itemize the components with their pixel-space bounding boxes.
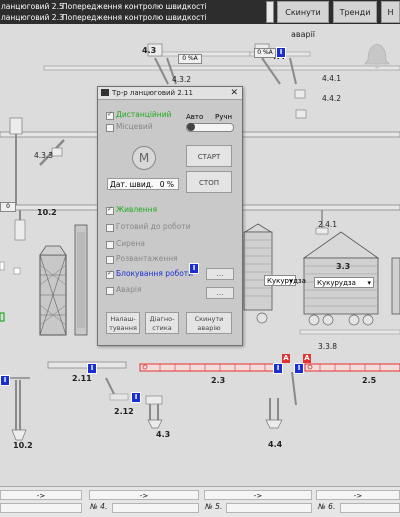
- silo-far-right: [391, 257, 400, 315]
- unit-label: 10.2: [13, 441, 33, 450]
- alarm-scrollbar[interactable]: [266, 1, 274, 23]
- line-number: № 6.: [318, 502, 336, 511]
- power-status-label: Живлення: [116, 205, 158, 214]
- remote-mode-checkbox[interactable]: [106, 110, 114, 120]
- motor-icon: M: [132, 146, 156, 170]
- stop-button[interactable]: СТОП: [186, 171, 232, 193]
- alarm-source: ланцюговий 2.5: [1, 2, 64, 11]
- status-checkbox: [106, 205, 114, 215]
- interlock-flag: I: [189, 263, 199, 274]
- bell-icon: [364, 43, 390, 69]
- unit-label: 4.4.1: [322, 74, 342, 83]
- unit-label: 10.2: [37, 208, 57, 217]
- status-checkbox: [106, 287, 114, 295]
- silo-grain-select[interactable]: Кукурудза: [314, 277, 374, 289]
- silo-left: [243, 223, 273, 324]
- status-cell[interactable]: ->: [89, 490, 199, 500]
- start-button[interactable]: СТАРТ: [186, 145, 232, 167]
- interlock-flag[interactable]: I: [294, 363, 304, 374]
- load-percent-badge: 0 %А: [0, 202, 16, 212]
- load-percent-badge: 0 %А: [254, 48, 276, 58]
- line-number: № 4.: [90, 502, 108, 511]
- speed-value: 0 %: [159, 180, 175, 189]
- alarm-bar: ланцюговий 2.5 Попередження контролю шви…: [0, 0, 400, 39]
- unit-label: 4.3.2: [172, 75, 192, 84]
- auto-label: Авто: [186, 113, 204, 121]
- settings-button[interactable]: Налаш-тування: [106, 312, 140, 334]
- status-checkbox: [106, 241, 114, 249]
- dryer-tower: [39, 224, 88, 336]
- unit-label: 3.3.8: [318, 342, 338, 351]
- unit-label: 4.3: [142, 46, 157, 55]
- status-bar: -> -> -> -> № 4. № 5. № 6.: [0, 486, 400, 517]
- unloading-status-label: Розвантаження: [116, 254, 178, 263]
- alarm-source: ланцюговий 2.3: [1, 13, 64, 22]
- diagnostics-button[interactable]: Діагно-стика: [145, 312, 179, 334]
- work-lock-status-label: Блокування роботи: [116, 269, 194, 278]
- ready-status-label: Готовий до роботи: [116, 222, 191, 231]
- unit-label: 2.11: [72, 374, 92, 383]
- unit-label: 4.3.3: [34, 151, 54, 160]
- status-checkbox: [106, 256, 114, 264]
- window-icon: [101, 89, 109, 96]
- unit-label: 2.12: [114, 407, 134, 416]
- fault-status-label: Аварія: [116, 285, 142, 294]
- status-cell[interactable]: ->: [204, 490, 312, 500]
- unit-label: 4.3: [156, 430, 171, 439]
- silo-grain-select[interactable]: Кукурудза: [264, 275, 306, 287]
- status-cell[interactable]: [340, 503, 400, 513]
- status-cell[interactable]: ->: [0, 490, 82, 500]
- speed-label: Дат. швид.: [110, 180, 154, 189]
- fault-details-button[interactable]: ...: [206, 287, 234, 299]
- load-percent-badge: 0 %А: [178, 54, 202, 64]
- reset-alarms-button[interactable]: Скинути аварії: [277, 1, 329, 39]
- line-number: № 5.: [205, 502, 223, 511]
- siren-status-label: Сирена: [116, 239, 145, 248]
- interlock-flag[interactable]: I: [276, 47, 286, 58]
- status-cell[interactable]: [112, 503, 199, 513]
- unit-label: 3.3: [336, 262, 351, 271]
- more-button[interactable]: Н: [381, 1, 400, 23]
- dialog-titlebar[interactable]: Тр-р ланцюговий 2.11 ✕: [98, 87, 242, 100]
- close-icon[interactable]: ✕: [230, 87, 238, 99]
- speed-sensor-field: Дат. швид. 0 %: [107, 178, 179, 190]
- alarm-row[interactable]: ланцюговий 2.5 Попередження контролю шви…: [0, 1, 268, 12]
- lock-details-button[interactable]: ...: [206, 268, 234, 280]
- interlock-flag[interactable]: I: [0, 375, 10, 386]
- interlock-flag[interactable]: I: [131, 392, 141, 403]
- alarm-flag[interactable]: A: [303, 354, 311, 363]
- remote-mode-label: Дистанційний: [116, 110, 172, 119]
- reset-alarm-button[interactable]: Скинути аварію: [186, 312, 232, 334]
- slider-knob[interactable]: [187, 123, 195, 131]
- unit-label: 2.3: [211, 376, 226, 385]
- alarm-row[interactable]: ланцюговий 2.3 Попередження контролю шви…: [0, 12, 268, 23]
- manual-label: Ручн: [215, 113, 233, 121]
- status-cell[interactable]: [226, 503, 312, 513]
- unit-label: 4.4: [268, 440, 283, 449]
- interlock-flag[interactable]: I: [87, 363, 97, 374]
- local-mode-checkbox[interactable]: [106, 124, 114, 132]
- conveyor-control-dialog: Тр-р ланцюговий 2.11 ✕ Дистанційний Місц…: [97, 86, 243, 346]
- trends-button[interactable]: Тренди: [333, 1, 377, 23]
- auto-manual-slider[interactable]: [186, 123, 234, 132]
- alarm-message: Попередження контролю швидкості: [62, 2, 207, 11]
- status-checkbox: [106, 224, 114, 232]
- dialog-title: Тр-р ланцюговий 2.11: [112, 89, 193, 97]
- local-mode-label: Місцевий: [116, 122, 153, 131]
- unit-label: 2.4.1: [318, 220, 338, 229]
- alarm-flag[interactable]: A: [282, 354, 290, 363]
- status-checkbox: [106, 269, 114, 279]
- status-cell[interactable]: [0, 503, 82, 513]
- unit-label: 2.5: [362, 376, 377, 385]
- status-cell[interactable]: ->: [316, 490, 400, 500]
- interlock-flag[interactable]: I: [273, 363, 283, 374]
- unit-label: 4.4.2: [322, 94, 342, 103]
- alarm-message: Попередження контролю швидкості: [62, 13, 207, 22]
